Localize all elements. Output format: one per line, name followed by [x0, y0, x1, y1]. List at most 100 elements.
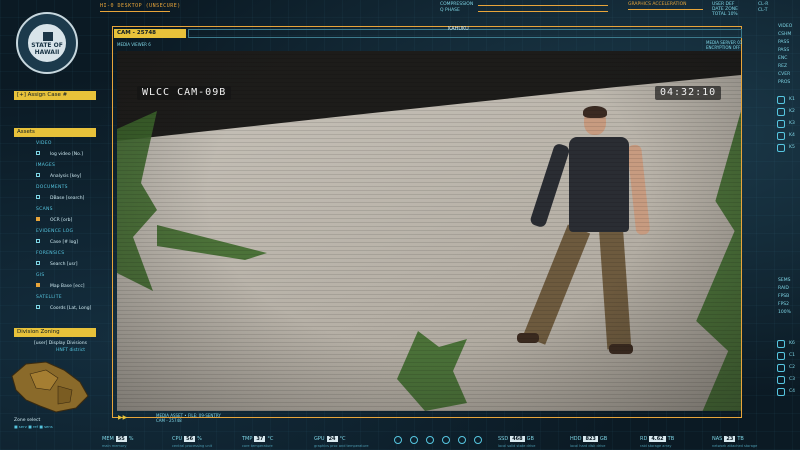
stat-label: GPU	[314, 436, 325, 442]
rail-number: C2	[789, 365, 796, 370]
rail-toggle-icon[interactable]	[777, 376, 785, 384]
asset-item-icon	[36, 173, 40, 177]
stat-value: 468	[510, 436, 525, 442]
asset-category: VIDEO	[36, 141, 52, 146]
asset-item-icon	[36, 261, 40, 265]
rail-label[interactable]: VIDEO	[778, 24, 792, 29]
camera-id-footer: CAM - 25748	[156, 418, 182, 423]
stat-value: 37	[254, 436, 266, 442]
stat-label: NAS	[712, 436, 723, 442]
rail-label[interactable]: SEMS	[778, 278, 790, 283]
usb-icon[interactable]	[458, 436, 466, 444]
asset-item-dbase[interactable]: DBase [search]	[36, 195, 84, 201]
rail-toggle-icon[interactable]	[777, 108, 785, 116]
zone-select-options[interactable]: ■ serv ■ ref ■ sens	[14, 424, 53, 429]
stat-sub: main memory	[102, 444, 127, 448]
rail-label: 100%	[778, 310, 791, 315]
rail-number: K5	[789, 145, 795, 150]
rail-label[interactable]: CVER	[778, 72, 790, 77]
asset-item-label: Case [# log]	[50, 239, 79, 245]
assign-case-button[interactable]: [+] Assign Case #	[14, 91, 96, 100]
rail-toggle-icon[interactable]	[777, 340, 785, 348]
rail-toggle-icon[interactable]	[777, 388, 785, 396]
state-seal-logo: STATE OF HAWAII	[16, 12, 78, 74]
rail-toggle-icon[interactable]	[777, 120, 785, 128]
rail-label[interactable]: CSHM	[778, 32, 791, 37]
seal-line-2: HAWAII	[34, 49, 60, 56]
rail-toggle-icon[interactable]	[777, 364, 785, 372]
wifi-icon[interactable]	[426, 436, 434, 444]
lan-icon[interactable]	[442, 436, 450, 444]
rail-toggle-icon[interactable]	[777, 352, 785, 360]
rail-toggle-icon[interactable]	[777, 96, 785, 104]
asset-item-label: OCR [orb]	[50, 217, 73, 223]
rail-number: K6	[789, 341, 795, 346]
bluetooth-icon[interactable]	[394, 436, 402, 444]
stat-sub: local hard disk drive	[570, 444, 606, 448]
asset-item-map-base[interactable]: Map Base [ecc]	[36, 283, 85, 289]
rail-number: K1	[789, 97, 795, 102]
asset-item-icon	[36, 239, 40, 243]
asset-item-icon	[36, 217, 40, 221]
power-icon[interactable]	[410, 436, 418, 444]
asset-category: EVIDENCE LOG	[36, 229, 74, 234]
cl-r-label: CL-R	[758, 2, 769, 7]
assets-header: Assets	[14, 128, 96, 137]
compression-bar	[478, 5, 608, 6]
rail-label[interactable]: REZ	[778, 64, 787, 69]
asset-item-icon	[36, 195, 40, 199]
stat-value: 24	[326, 436, 338, 442]
asset-item-search[interactable]: Search [usr]	[36, 261, 77, 267]
asset-item-log-video[interactable]: log video [No.]	[36, 151, 83, 157]
video-feed[interactable]: WLCC CAM-09B 04:32:10	[117, 51, 741, 411]
stat-sub: graphics proc and temperature	[314, 444, 369, 448]
asset-item-case-log[interactable]: Case [# log]	[36, 239, 78, 245]
zoning-map[interactable]	[6, 356, 94, 416]
stat-value: 55	[115, 436, 127, 442]
rail-label[interactable]: RAID	[778, 286, 789, 291]
rail-label[interactable]: PASS	[778, 40, 789, 45]
sd-icon[interactable]	[474, 436, 482, 444]
rail-number: K4	[789, 133, 795, 138]
asset-item-analysis[interactable]: Analysis [key]	[36, 173, 81, 179]
asset-item-icon	[36, 151, 40, 155]
encryption-label: ENCRYPTION OFF	[706, 45, 741, 50]
district-link[interactable]: HNFT district	[56, 348, 85, 353]
rail-number: K2	[789, 109, 795, 114]
seal-line-1: STATE OF	[31, 42, 63, 49]
asset-item-label: Search [usr]	[50, 261, 78, 267]
stat-sub: network attached storage	[712, 444, 758, 448]
asset-item-coords[interactable]: Coords [Lat, Long]	[36, 305, 91, 311]
display-divisions-link[interactable]: [user] Display Divisions	[34, 341, 87, 346]
stat-hdd: HDD 823 GB local hard disk drive	[570, 436, 608, 448]
stat-unit: GB	[599, 436, 608, 442]
asset-item-ocr[interactable]: OCR [orb]	[36, 217, 72, 223]
stat-label: MEM	[102, 436, 114, 442]
asset-item-label: Analysis [key]	[50, 173, 82, 179]
rail-label[interactable]: ENC	[778, 56, 787, 61]
rail-label[interactable]: PROS	[778, 80, 790, 85]
play-icon[interactable]: ▶▶	[118, 414, 127, 421]
rail-toggle-icon[interactable]	[777, 144, 785, 152]
rail-label[interactable]: FPS2	[778, 302, 789, 307]
zone-select-label: Zone select	[14, 418, 41, 423]
q-phase-bar	[478, 11, 608, 12]
seal-inner: STATE OF HAWAII	[27, 23, 67, 63]
rail-label[interactable]: FPSB	[778, 294, 789, 299]
stat-unit: °C	[339, 436, 346, 442]
division-zoning-header: Division Zoning	[14, 328, 96, 337]
media-viewer-label: MEDIA VIEWER 6	[117, 42, 151, 47]
camera-osd-time: 04:32:10	[655, 86, 722, 100]
stat-gpu: GPU 24 °C graphics proc and temperature	[314, 436, 369, 448]
stat-label: HDD	[570, 436, 582, 442]
rail-label[interactable]: PASS	[778, 48, 789, 53]
rail-toggle-icon[interactable]	[777, 132, 785, 140]
stat-tmp: TMP 37 °C core temperature	[242, 436, 273, 448]
stat-value: 56	[184, 436, 196, 442]
asset-item-label: Map Base [ecc]	[50, 283, 85, 289]
asset-category: FORENSICS	[36, 251, 65, 256]
seal-crest-icon	[43, 32, 53, 41]
stat-label: CPU	[172, 436, 183, 442]
asset-category: DOCUMENTS	[36, 185, 68, 190]
status-bar: MEM 55% main memory CPU 56% central processi…	[100, 430, 800, 450]
